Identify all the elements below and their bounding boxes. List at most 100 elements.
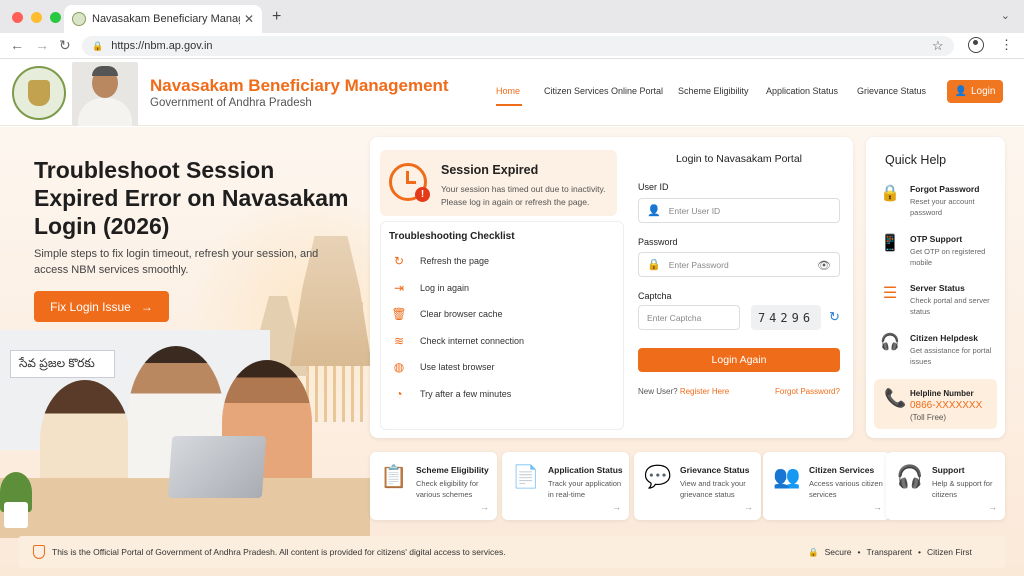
new-user-text: New User? Register Here — [638, 387, 729, 396]
ap-emblem-logo — [12, 66, 66, 120]
checklist-item: ◍ Use latest browser — [389, 357, 619, 377]
captcha-input[interactable]: Enter Captcha — [638, 305, 740, 330]
service-title: Grievance Status — [680, 465, 750, 475]
checklist-item-label: Try after a few minutes — [420, 389, 512, 399]
user-icon: 👤 — [954, 86, 967, 97]
checklist-item: ⇥ Log in again — [389, 278, 619, 298]
hero-subtitle: Simple steps to fix login timeout, refre… — [34, 248, 319, 276]
forgot-password-link[interactable]: Forgot Password? — [775, 387, 840, 396]
help-item-title[interactable]: Server Status — [910, 283, 965, 293]
browser-menu-icon[interactable]: ⋮ — [1000, 37, 1013, 53]
browser-tab[interactable]: Navasakam Beneficiary Management ✕ — [64, 5, 262, 33]
globe-icon: ◍ — [393, 360, 405, 374]
service-desc: Help & support for citizens — [932, 479, 993, 499]
service-card-support[interactable]: 🎧 Support Help & support for citizens → — [886, 452, 1005, 520]
arrow-right-icon: → — [612, 502, 621, 512]
quick-help-title: Quick Help — [885, 153, 947, 167]
help-item-title[interactable]: Forgot Password — [910, 184, 979, 194]
help-item-desc: Check portal and server status — [910, 296, 990, 316]
lock-icon: 🔒 — [808, 547, 819, 557]
service-card-application-status[interactable]: 📄 Application Status Track your applicat… — [502, 452, 629, 520]
mobile-icon: 📱 — [880, 235, 900, 252]
forward-arrow-icon[interactable]: → — [35, 37, 49, 53]
service-card-citizen-services[interactable]: 👥 Citizen Services Access various citize… — [763, 452, 890, 520]
footer-separator: • — [918, 547, 922, 557]
nav-grievance-status[interactable]: Grievance Status — [857, 86, 926, 96]
password-label: Password — [638, 237, 678, 247]
service-desc: Track your application in real-time — [548, 479, 622, 499]
alert-badge-icon: ! — [415, 187, 430, 202]
nav-scheme-eligibility[interactable]: Scheme Eligibility — [678, 86, 749, 96]
footer-badge-citizen-first: Citizen First — [927, 547, 972, 557]
nav-active-indicator — [496, 104, 522, 106]
tab-title: Navasakam Beneficiary Management — [92, 13, 240, 25]
help-item-desc: Get assistance for portal issues — [910, 346, 992, 366]
service-card-grievance-status[interactable]: 💬 Grievance Status View and track your g… — [634, 452, 761, 520]
lock-icon: 🔒 — [880, 185, 900, 202]
checklist-item-label: Clear browser cache — [420, 309, 503, 319]
checklist-item: 🗑 Clear browser cache — [389, 304, 619, 324]
header-login-label: Login — [970, 86, 996, 97]
profile-icon[interactable] — [968, 37, 984, 53]
eye-icon[interactable]: 👁 — [817, 259, 831, 272]
user-id-input[interactable]: 👤 Enter User ID — [638, 198, 840, 223]
help-item-desc: Get OTP on registered mobile — [910, 247, 986, 267]
service-title: Citizen Services — [809, 465, 875, 475]
captcha-refresh-icon[interactable]: ↻ — [829, 309, 840, 325]
minimize-window-button[interactable] — [31, 12, 42, 23]
footer-badge-secure: Secure — [824, 547, 852, 557]
login-form-title: Login to Navasakam Portal — [675, 153, 803, 165]
user-id-placeholder: Enter User ID — [668, 205, 721, 216]
checklist-title: Troubleshooting Checklist — [389, 231, 515, 242]
trash-icon: 🗑 — [391, 307, 407, 321]
headset-icon: 🎧 — [896, 464, 924, 489]
tab-list-chevron-icon[interactable]: ⌄ — [1001, 9, 1010, 22]
nav-application-status[interactable]: Application Status — [766, 86, 838, 96]
maximize-window-button[interactable] — [50, 12, 61, 23]
reload-icon[interactable]: ↻ — [59, 37, 71, 54]
help-item-desc: Reset your account password — [910, 197, 975, 217]
help-item-title[interactable]: Citizen Helpdesk — [910, 333, 978, 343]
checklist-item: ◔ Try after a few minutes — [389, 384, 619, 404]
captcha-code: 74296 — [751, 305, 821, 330]
document-icon: 📄 — [512, 464, 540, 489]
close-window-button[interactable] — [12, 12, 23, 23]
user-icon: 👤 — [647, 205, 661, 217]
phone-icon: 📞 — [884, 388, 907, 408]
lock-icon: 🔒 — [647, 259, 661, 271]
arrow-right-icon: → — [480, 502, 489, 512]
arrow-right-icon: → — [873, 502, 882, 512]
user-id-label: User ID — [638, 182, 669, 192]
password-placeholder: Enter Password — [668, 259, 729, 270]
fix-login-label: Fix Login Issue — [50, 299, 131, 314]
register-link[interactable]: Register Here — [680, 387, 729, 396]
nav-home[interactable]: Home — [496, 86, 520, 96]
footer-separator: • — [857, 547, 861, 557]
arrow-right-icon: → — [744, 502, 753, 512]
browser-tab-bar: Navasakam Beneficiary Management ✕ + ⌄ — [0, 0, 1024, 33]
new-tab-button[interactable]: + — [272, 8, 281, 26]
clipboard-check-icon: 📋 — [380, 464, 408, 489]
help-item-title[interactable]: OTP Support — [910, 234, 962, 244]
helpline-note: (Toll Free) — [910, 413, 947, 422]
login-again-button[interactable]: Login Again — [638, 348, 840, 372]
new-user-label: New User? — [638, 387, 678, 396]
window-controls — [12, 12, 61, 23]
header-login-button[interactable]: 👤 Login — [947, 80, 1003, 103]
login-icon: ⇥ — [393, 281, 405, 295]
fix-login-issue-button[interactable]: Fix Login Issue → — [34, 291, 169, 322]
refresh-icon: ↻ — [393, 254, 405, 268]
tab-close-icon[interactable]: ✕ — [244, 12, 254, 26]
arrow-right-icon: → — [988, 502, 997, 512]
checklist-item: ≋ Check internet connection — [389, 331, 619, 351]
nav-citizen-services[interactable]: Citizen Services Online Portal — [544, 86, 663, 96]
site-subtitle: Government of Andhra Pradesh — [150, 97, 312, 109]
service-card-scheme-eligibility[interactable]: 📋 Scheme Eligibility Check eligibility f… — [370, 452, 497, 520]
checklist-item-label: Use latest browser — [420, 362, 495, 372]
back-arrow-icon[interactable]: ← — [10, 37, 24, 53]
password-input[interactable]: 🔒 Enter Password 👁 — [638, 252, 840, 277]
bookmark-star-icon[interactable]: ☆ — [932, 38, 944, 54]
helpline-number[interactable]: 0866-XXXXXXX — [910, 400, 982, 411]
url-field[interactable]: 🔒 https://nbm.ap.gov.in — [82, 36, 954, 56]
captcha-label: Captcha — [638, 291, 672, 301]
